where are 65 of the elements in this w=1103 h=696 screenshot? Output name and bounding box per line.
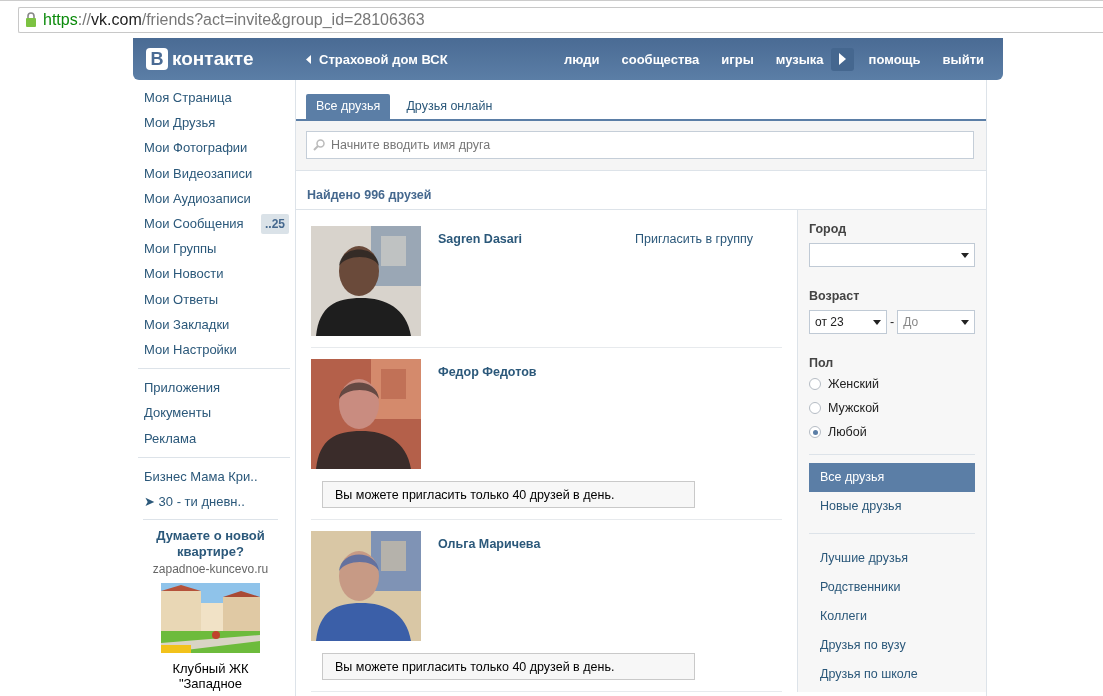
radio-label[interactable]: Любой	[828, 425, 867, 439]
menu-item[interactable]: Мои Аудиозаписи	[144, 190, 251, 206]
address-bar[interactable]: https://vk.com/friends?act=invite&group_id=28106363	[18, 6, 1103, 33]
filter-item[interactable]: Новые друзья	[809, 492, 976, 521]
filter-item[interactable]: Друзья по вузу	[809, 631, 976, 660]
logo[interactable]: В контакте	[146, 48, 306, 70]
friend-name[interactable]: Ольга Маричева	[438, 537, 618, 641]
lock-icon	[25, 12, 37, 27]
nav-link[interactable]: выйти	[931, 51, 995, 67]
radio-label[interactable]: Женский	[828, 377, 879, 391]
friend-name[interactable]: Федор Федотов	[438, 365, 618, 469]
nav-link[interactable]: сообщества	[610, 51, 711, 67]
ad-caption: Клубный ЖК "Западное	[171, 661, 250, 691]
notice: Вы можете пригласить только 40 друзей в день.	[322, 653, 695, 680]
tab[interactable]: Все друзья	[306, 94, 391, 119]
dropdown-icon	[961, 252, 970, 258]
filter-item[interactable]: Все друзья	[809, 463, 976, 492]
menu-item[interactable]: Документы	[144, 405, 211, 421]
dropdown-icon	[961, 319, 970, 325]
dropdown-icon	[873, 319, 881, 325]
filter-item[interactable]: Лучшие друзья	[809, 544, 976, 573]
menu-item[interactable]: Мои Ответы	[144, 291, 218, 307]
filter-item[interactable]: Коллеги	[809, 602, 976, 631]
ad-title[interactable]: Думаете о новой квартире?	[143, 528, 278, 560]
filter-label: Город	[809, 222, 848, 236]
menu-item[interactable]: Мои Группы	[144, 241, 217, 257]
menu-item[interactable]: Моя Страница	[144, 90, 232, 106]
nav-link[interactable]: помощь	[857, 51, 932, 67]
radio-label[interactable]: Мужской	[828, 401, 880, 415]
menu-item[interactable]: Реклама	[144, 430, 197, 446]
play-icon	[838, 53, 846, 65]
count-badge: ..25	[261, 213, 289, 234]
radio-button[interactable]	[809, 426, 821, 438]
nav-link[interactable]: музыка	[764, 51, 835, 67]
menu-item[interactable]: Мои Настройки	[144, 341, 237, 357]
city-select[interactable]	[809, 243, 976, 267]
notice: Вы можете пригласить только 40 друзей в день.	[322, 481, 695, 508]
caret-icon	[306, 54, 311, 64]
age-from-select[interactable]: от 23	[809, 310, 887, 334]
menu-item[interactable]: ➤ 30 - ти дневн..	[144, 493, 245, 509]
filter-label: Пол	[809, 356, 835, 370]
range-separator: -	[890, 315, 895, 329]
filter-item[interactable]: Друзья по школе	[809, 660, 976, 689]
tab[interactable]: Друзья онлайн	[396, 94, 503, 119]
play-button[interactable]	[830, 47, 854, 71]
search-field[interactable]: Начните вводить имя друга	[306, 131, 974, 159]
filter-item[interactable]: Родственники	[809, 573, 976, 602]
menu-item[interactable]: Мои Фотографии	[144, 140, 248, 156]
radio-button[interactable]	[809, 378, 821, 390]
filter-label: Возраст	[809, 289, 861, 303]
friend-name[interactable]: Sagren Dasari	[438, 232, 618, 336]
back-link[interactable]: Страховой дом ВСК	[306, 51, 448, 67]
menu-item[interactable]: Мои Закладки	[144, 316, 230, 332]
radio-button[interactable]	[809, 402, 821, 414]
age-to-select[interactable]: До	[897, 310, 976, 334]
menu-item[interactable]: Приложения	[144, 380, 221, 396]
menu-item[interactable]: Бизнес Мама Кри..	[144, 468, 258, 484]
ad-domain: zapadnoe-kuncevo.ru	[152, 562, 269, 576]
menu-item[interactable]: Мои Сообщения	[144, 216, 244, 232]
menu-item[interactable]: Мои Видеозаписи	[144, 165, 253, 181]
menu-item[interactable]: Мои Новости	[144, 266, 224, 282]
invite-link[interactable]: Пригласить в группу	[635, 232, 753, 336]
menu-item[interactable]: Мои Друзья	[144, 115, 216, 131]
nav-link[interactable]: люди	[553, 51, 611, 67]
nav-link[interactable]: игры	[710, 51, 765, 67]
